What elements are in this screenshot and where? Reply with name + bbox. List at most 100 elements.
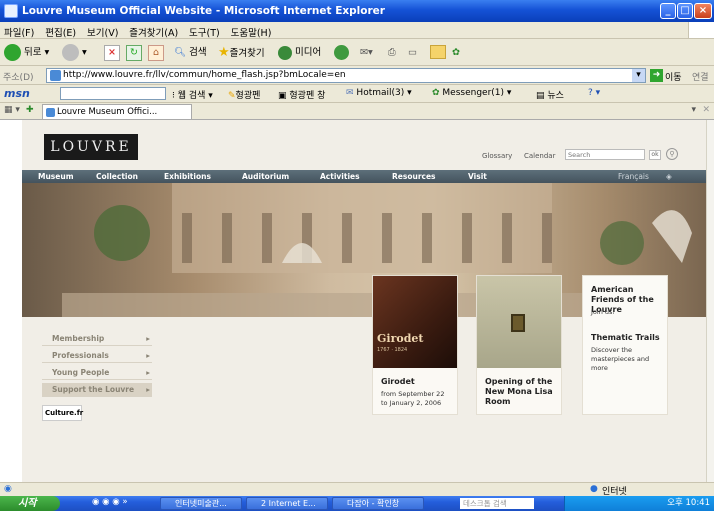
tab-bar: ▦ ▾ ✚ Louvre Museum Offici... ▾ ✕ [0, 103, 714, 120]
chevron-right-icon: ▸ [146, 385, 150, 394]
windows-logo-icon [688, 22, 714, 38]
nav-exhibitions[interactable]: Exhibitions [164, 172, 211, 181]
nav-collection[interactable]: Collection [96, 172, 138, 181]
louvre-page: LOUVRE Glossary Calendar ok ⚲ Museum Col… [22, 120, 706, 482]
desktop-search-input[interactable]: 데스크톱 검색 [460, 498, 534, 509]
msn-search-input[interactable] [60, 87, 166, 100]
menu-help[interactable]: 도움말(H) [227, 22, 276, 39]
girodet-title: Girodet [381, 377, 415, 386]
sidebar-item-support[interactable]: Support the Louvre ▸ [42, 383, 152, 397]
task-browser-2[interactable]: 2 Internet E... [246, 497, 328, 510]
close-button[interactable]: × [694, 3, 712, 19]
sidebar-item-professionals[interactable]: Professionals ▸ [42, 349, 152, 363]
page-viewport: LOUVRE Glossary Calendar ok ⚲ Museum Col… [8, 120, 706, 482]
address-dropdown-icon[interactable]: ▾ [632, 69, 645, 82]
links-label[interactable]: 연결 [692, 70, 709, 83]
refresh-icon[interactable]: ↻ [126, 45, 142, 61]
address-label: 주소(D) [3, 73, 34, 83]
mona-lisa-image [477, 276, 561, 368]
messenger-icon[interactable]: ✿ [452, 43, 460, 62]
news-button[interactable]: ▤ 뉴스 [536, 88, 564, 101]
page-status-icon: ◉ [4, 484, 12, 494]
girodet-image-dates: 1767 · 1824 [377, 347, 408, 353]
chevron-right-icon: ▸ [146, 351, 150, 360]
girodet-dates: from September 22 to January 2, 2006 [381, 390, 445, 407]
media-icon [278, 45, 292, 60]
search-ok-button[interactable]: ok [649, 150, 661, 160]
sidebar-item-membership[interactable]: Membership ▸ [42, 332, 152, 346]
chevron-right-icon: ▸ [146, 368, 150, 377]
site-search-input[interactable] [565, 149, 645, 160]
tab-page-icon [46, 108, 55, 117]
msn-logo[interactable]: msn [4, 87, 30, 100]
task-dialog[interactable]: 다잡아 - 확인창 [332, 497, 424, 510]
mail-icon[interactable]: ✉▾ [360, 43, 373, 62]
buddy-icon: ✿ [432, 88, 440, 98]
favorites-button[interactable]: ★즐겨찾기 [218, 43, 265, 62]
search-icon[interactable]: ⚲ [666, 148, 678, 160]
window-icon: ▣ [278, 91, 287, 101]
menu-edit[interactable]: 편집(E) [41, 22, 80, 39]
address-input[interactable]: http://www.louvre.fr/llv/commun/home_fla… [46, 68, 646, 83]
main-navigation: Museum Collection Exhibitions Auditorium… [22, 170, 706, 183]
history-icon[interactable] [334, 43, 349, 62]
stop-icon[interactable]: × [104, 45, 120, 61]
highlight-window-button[interactable]: ▣ 형광펜 창 [278, 88, 325, 101]
tab-list-icon[interactable]: ▾ [691, 105, 696, 115]
hotmail-button[interactable]: ✉ Hotmail(3) ▾ [346, 88, 412, 98]
maximize-button[interactable]: □ [677, 3, 693, 19]
thematic-trails-text: Discover the masterpieces and more [591, 346, 650, 372]
forward-button[interactable]: ▾ [62, 43, 87, 62]
girodet-card[interactable]: Girodet 1767 · 1824 Girodet from Septemb… [372, 275, 458, 415]
nav-museum[interactable]: Museum [38, 172, 74, 181]
nav-auditorium[interactable]: Auditorium [242, 172, 289, 181]
folder-icon[interactable] [430, 45, 446, 59]
magnifier-icon: 🔍︎ [174, 47, 187, 58]
go-arrow-icon[interactable]: ➜ [650, 69, 663, 82]
calendar-link[interactable]: Calendar [524, 152, 555, 160]
edit-icon[interactable]: ▭ [408, 43, 417, 62]
search-button[interactable]: 🔍︎ 검색 [174, 43, 207, 62]
media-button[interactable]: 미디어 [278, 43, 321, 62]
print-icon[interactable]: ⎙ [388, 43, 396, 62]
nav-activities[interactable]: Activities [320, 172, 360, 181]
start-button[interactable]: 시작 [0, 496, 60, 511]
clock[interactable]: 오후 10:41 [667, 498, 710, 508]
address-bar: 주소(D) http://www.louvre.fr/llv/commun/ho… [0, 66, 714, 85]
taskbar: 시작 ◉ ◉ ◉ » 인터넷미술관... 2 Internet E... 다잡아… [0, 496, 714, 511]
louvre-logo[interactable]: LOUVRE [44, 134, 138, 160]
add-tab-icon[interactable]: ✚ [26, 105, 34, 115]
menu-file[interactable]: 파일(F) [0, 22, 38, 39]
highlight-button[interactable]: ✎형광펜 [228, 88, 260, 101]
menu-favorites[interactable]: 즐겨찾기(A) [125, 22, 182, 39]
language-arrow-icon[interactable]: ◈ [666, 172, 672, 181]
web-search-button[interactable]: ⁝ 웹 검색 ▾ [172, 88, 213, 101]
culture-fr-logo[interactable]: Culture.fr [42, 405, 83, 421]
language-link[interactable]: Français [618, 172, 649, 181]
nav-visit[interactable]: Visit [468, 172, 487, 181]
thematic-trails-link[interactable]: Thematic Trails [591, 333, 665, 342]
forward-arrow-icon [62, 44, 79, 61]
minimize-button[interactable]: _ [660, 3, 676, 19]
close-tab-icon[interactable]: ✕ [702, 105, 710, 115]
home-icon[interactable]: ⌂ [148, 45, 164, 61]
quick-tabs-icon[interactable]: ▦ ▾ [4, 105, 20, 115]
help-icon[interactable]: ? ▾ [588, 88, 600, 98]
window-title-bar[interactable]: Louvre Museum Official Website - Microso… [0, 0, 714, 22]
messenger-button[interactable]: ✿ Messenger(1) ▾ [432, 88, 511, 98]
menu-tools[interactable]: 도구(T) [185, 22, 224, 39]
nav-resources[interactable]: Resources [392, 172, 436, 181]
standard-toolbar: 뒤로 ▾ ▾ × ↻ ⌂ 🔍︎ 검색 ★즐겨찾기 미디어 ✉▾ ⎙ ▭ ✿ [0, 39, 714, 66]
back-button[interactable]: 뒤로 ▾ [4, 43, 49, 62]
menu-view[interactable]: 보기(V) [83, 22, 122, 39]
go-button[interactable]: 이동 [665, 70, 682, 83]
task-browser-1[interactable]: 인터넷미술관... [160, 497, 242, 510]
sidebar-item-young-people[interactable]: Young People ▸ [42, 366, 152, 380]
tab-louvre[interactable]: Louvre Museum Offici... [42, 104, 192, 119]
vertical-scrollbar[interactable] [706, 120, 714, 482]
girodet-image: Girodet 1767 · 1824 [373, 276, 457, 368]
quick-launch-icons[interactable]: ◉ ◉ ◉ » [92, 497, 128, 507]
join-us-link[interactable]: Join us! [591, 308, 615, 317]
glossary-link[interactable]: Glossary [482, 152, 512, 160]
mona-lisa-card[interactable]: Opening of the New Mona Lisa Room [476, 275, 562, 415]
